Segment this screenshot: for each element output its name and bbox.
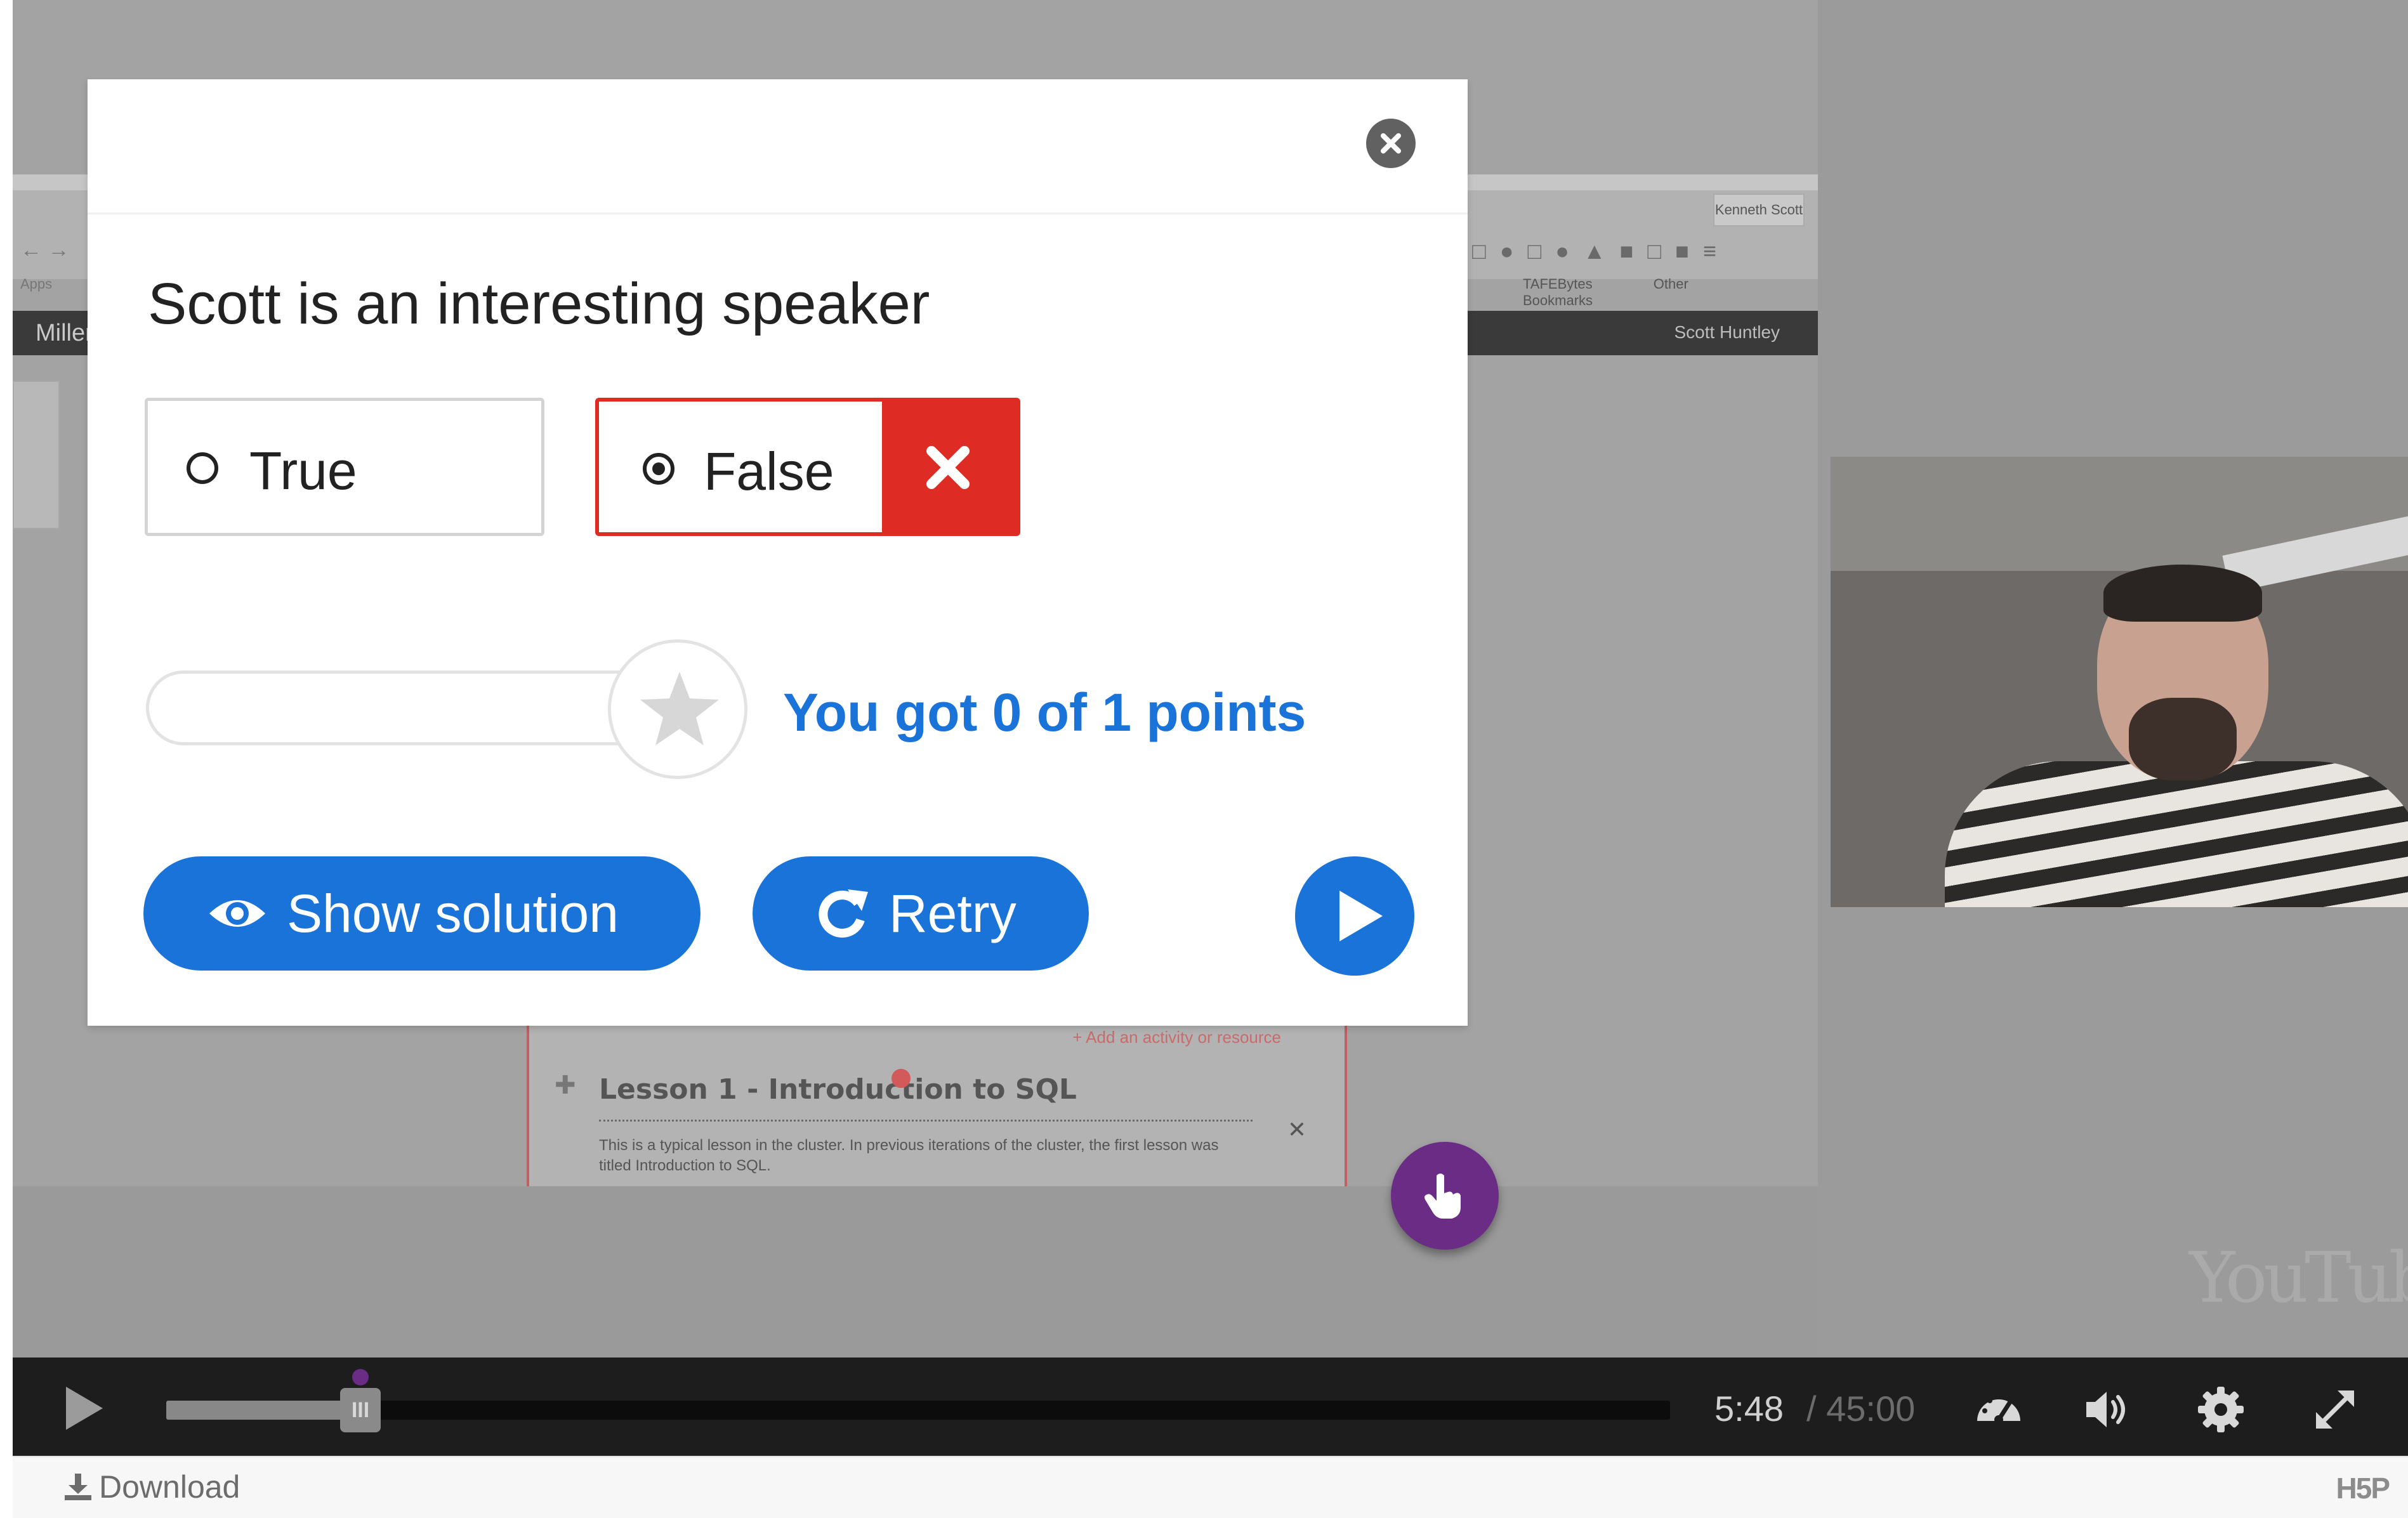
delete-icon: ✕	[1287, 1116, 1306, 1142]
seek-handle[interactable]: III	[340, 1388, 381, 1432]
volume-icon[interactable]	[2081, 1384, 2132, 1435]
download-button[interactable]: Download	[62, 1469, 240, 1505]
webcam-person-hair	[2103, 565, 2262, 622]
score-star-badge	[608, 639, 747, 779]
hand-pointer-icon	[1424, 1174, 1461, 1219]
bookmark-tafebytes: TAFEBytes	[1523, 276, 1593, 292]
answer-true[interactable]: True	[145, 398, 544, 536]
footer-bar: Download H5P	[13, 1456, 2408, 1518]
retry-label: Retry	[889, 884, 1016, 943]
answer-true-label: True	[249, 441, 357, 501]
h5p-logo: H5P	[2336, 1472, 2390, 1505]
play-icon	[1339, 891, 1383, 941]
bookmark-dot[interactable]	[352, 1369, 369, 1385]
lesson-description: This is a typical lesson in the cluster.…	[599, 1137, 1219, 1174]
bookmarks-row: TAFEBytes Other Bookmarks	[1523, 276, 1818, 309]
current-time: 5:48	[1714, 1389, 1784, 1429]
fullscreen-icon[interactable]	[2310, 1384, 2360, 1435]
close-icon	[1381, 133, 1401, 154]
cursor-dot	[891, 1069, 911, 1088]
apps-bookmark: Apps	[20, 276, 53, 292]
retry-icon	[819, 889, 868, 938]
download-icon	[65, 1474, 91, 1500]
browser-nav-icons: ← →	[20, 238, 70, 262]
h5p-interactive-video: Kenneth Scott ← → Apps □●□●▲■□■≡ TAFEByt…	[0, 0, 2408, 1518]
lesson-card: + Add an activity or resource ✚ Lesson 1…	[527, 1021, 1347, 1186]
move-icon: ✚	[555, 1071, 576, 1099]
question-text: Scott is an interesting speaker	[148, 272, 930, 336]
total-time: / 45:00	[1806, 1389, 1916, 1429]
cross-icon	[926, 446, 970, 489]
site-name: Miller	[36, 320, 93, 346]
score-text: You got 0 of 1 points	[783, 683, 1306, 742]
close-button[interactable]	[1366, 119, 1416, 168]
seek-bar-buffered	[166, 1401, 362, 1420]
recent-activity-panel	[13, 381, 60, 529]
continue-video-button[interactable]	[1295, 856, 1414, 976]
radio-selected-icon	[643, 453, 674, 485]
user-name: Scott Huntley	[1674, 322, 1780, 342]
webcam-person-beard	[2129, 698, 2237, 780]
video-controls-bar: III 5:48 / 45:00	[13, 1358, 2408, 1456]
score-bar	[146, 671, 673, 745]
browser-extension-icons: □●□●▲■□■≡	[1472, 238, 1730, 264]
retry-button[interactable]: Retry	[753, 856, 1089, 971]
interaction-hotspot-button[interactable]	[1391, 1142, 1499, 1250]
gear-icon[interactable]	[2195, 1384, 2246, 1435]
browser-profile-tab: Kenneth Scott	[1713, 193, 1805, 226]
show-solution-button[interactable]: Show solution	[143, 856, 701, 971]
radio-empty-icon	[187, 452, 218, 484]
play-icon[interactable]	[57, 1383, 108, 1434]
speedometer-icon[interactable]	[1973, 1384, 2024, 1435]
show-solution-label: Show solution	[287, 884, 619, 943]
answer-false-label: False	[704, 442, 834, 501]
youtube-watermark: YouTube	[2189, 1237, 2408, 1318]
dialog-header	[88, 79, 1468, 214]
download-label: Download	[99, 1469, 240, 1505]
webcam-person-shirt	[1945, 761, 2408, 907]
question-dialog: Scott is an interesting speaker True Fal…	[88, 79, 1468, 1026]
seek-bar[interactable]	[166, 1401, 1670, 1420]
add-activity-link: + Add an activity or resource	[1072, 1028, 1281, 1047]
lesson-divider	[599, 1120, 1253, 1122]
webcam-feed	[1831, 457, 2408, 907]
lesson-title: Lesson 1 - Introduction to SQL	[599, 1073, 1077, 1106]
wrong-answer-indicator	[882, 402, 1016, 532]
star-icon	[640, 672, 719, 745]
answer-false[interactable]: False	[595, 398, 1020, 536]
screen-bottom-area	[13, 1186, 1818, 1358]
eye-icon	[209, 900, 265, 927]
